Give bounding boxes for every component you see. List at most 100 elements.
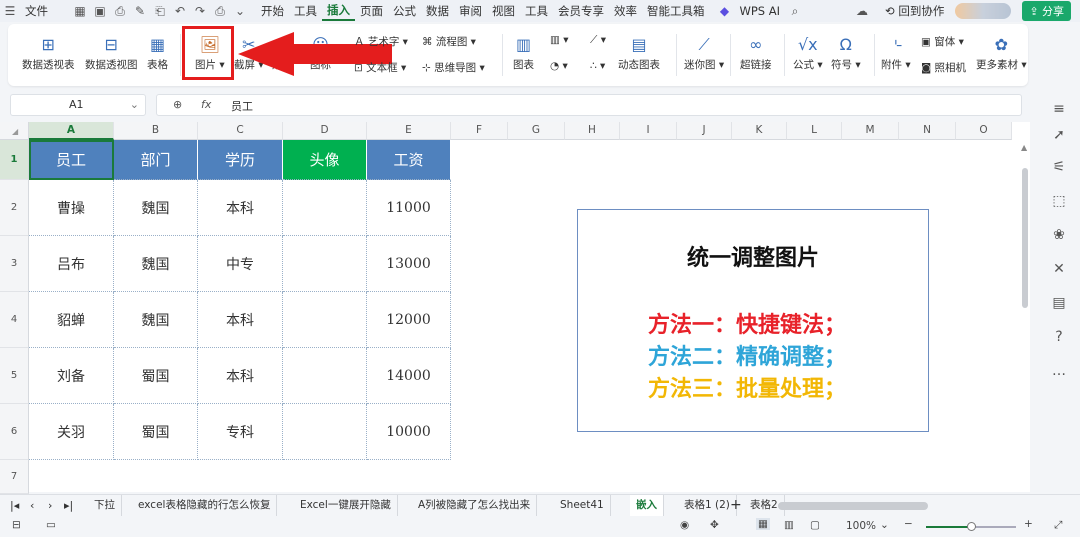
dynamic-chart-button[interactable]: ▤ 动态图表 (618, 36, 660, 72)
table-cell[interactable]: 13000 (367, 236, 451, 292)
export-icon[interactable]: ⎙ (113, 4, 127, 18)
symbol-button[interactable]: Ω 符号 ▾ (831, 36, 861, 72)
next-sheet-icon[interactable]: › (48, 499, 52, 512)
more-materials-button[interactable]: ✿ 更多素材 ▾ (976, 36, 1027, 72)
pivot-chart-button[interactable]: ⊟ 数据透视图 (85, 36, 138, 72)
column-header[interactable]: M (842, 122, 899, 140)
table-header-cell[interactable]: 工资 (367, 140, 451, 180)
sparkline-button[interactable]: ⟋ 迷你图 ▾ (684, 36, 724, 72)
formula-input[interactable]: ⊕ fx 员工 (156, 94, 1022, 116)
mindmap-button[interactable]: ⊹ 思维导图 ▾ (422, 60, 485, 75)
column-header[interactable]: D (283, 122, 367, 140)
table-cell[interactable]: 本科 (198, 348, 283, 404)
pan-icon[interactable]: ✥ (710, 519, 719, 531)
table-cell[interactable]: 本科 (198, 180, 283, 236)
table-cell[interactable]: 蜀国 (114, 348, 198, 404)
app-icon[interactable]: ▦ (73, 4, 87, 18)
line-chart-dropdown[interactable]: ⟋ ▾ (590, 34, 606, 47)
first-sheet-icon[interactable]: |◂ (10, 499, 19, 512)
table-cell[interactable]: 魏国 (114, 236, 198, 292)
column-header[interactable]: K (732, 122, 787, 140)
art-text-button[interactable]: Ａ 艺术字 ▾ (354, 34, 408, 49)
table-header-cell[interactable]: 头像 (283, 140, 367, 180)
table-header-cell[interactable]: 学历 (198, 140, 283, 180)
table-cell[interactable]: 吕布 (29, 236, 114, 292)
print-icon[interactable]: ⎙ (213, 4, 227, 18)
avatar[interactable] (955, 3, 1012, 19)
normal-view-icon[interactable]: ▦ (756, 518, 770, 530)
row-header[interactable]: 3 (0, 236, 29, 292)
table-cell[interactable]: 10000 (367, 404, 451, 460)
column-header[interactable]: L (787, 122, 842, 140)
column-header[interactable]: B (114, 122, 198, 140)
more-chevron-icon[interactable]: ⌄ (233, 4, 247, 18)
table-cell[interactable] (283, 180, 367, 236)
zoom-out-icon[interactable]: − (904, 518, 913, 530)
table-cell[interactable]: 关羽 (29, 404, 114, 460)
menu-tools-2[interactable]: 工具 (520, 3, 553, 19)
select-all-corner[interactable]: ◢ (0, 122, 29, 140)
menu-page[interactable]: 页面 (355, 3, 388, 19)
zoom-slider-thumb[interactable] (967, 522, 976, 531)
row-header[interactable]: 2 (0, 180, 29, 236)
menu-start[interactable]: 开始 (256, 3, 289, 19)
save-icon[interactable]: ▣ (93, 4, 107, 18)
chart-button[interactable]: ▥ 图表 (513, 36, 534, 72)
attachment-button[interactable]: ⌎ 附件 ▾ (881, 36, 911, 72)
row-header[interactable]: 4 (0, 292, 29, 348)
sheet-tab[interactable]: 嵌入 (630, 495, 664, 517)
row-header[interactable]: 1 (0, 140, 29, 180)
file-menu[interactable]: 文件 (20, 3, 53, 19)
table-cell[interactable]: 中专 (198, 236, 283, 292)
style-icon[interactable]: ❀ (1050, 226, 1068, 244)
column-header[interactable]: O (956, 122, 1012, 140)
window-button[interactable]: ▣ 窗体 ▾ (921, 34, 964, 49)
macro-icon[interactable]: ⊟ (12, 519, 21, 531)
row-header[interactable]: 7 (0, 460, 29, 494)
table-button[interactable]: ▦ 表格 (147, 36, 168, 72)
row-header[interactable]: 6 (0, 404, 29, 460)
tools-icon[interactable]: ✕ (1050, 260, 1068, 278)
page-break-icon[interactable]: ▢ (810, 519, 820, 531)
menu-icon[interactable]: ☰ (3, 4, 17, 18)
menu-view[interactable]: 视图 (487, 3, 520, 19)
flowchart-button[interactable]: ⌘ 流程图 ▾ (422, 34, 476, 49)
table-cell[interactable]: 11000 (367, 180, 451, 236)
scatter-chart-dropdown[interactable]: ∴ ▾ (590, 60, 605, 72)
sheet-tab[interactable]: Sheet41 (554, 495, 611, 517)
table-cell[interactable]: 蜀国 (114, 404, 198, 460)
table-cell[interactable]: 专科 (198, 404, 283, 460)
menu-member[interactable]: 会员专享 (553, 3, 609, 19)
fx-icon[interactable]: fx (201, 98, 211, 111)
status-mode-icon[interactable]: ▭ (46, 519, 56, 531)
menu-insert[interactable]: 插入 (322, 1, 355, 21)
prev-sheet-icon[interactable]: ‹ (30, 499, 34, 512)
table-cell[interactable]: 魏国 (114, 180, 198, 236)
table-header-cell[interactable]: 部门 (114, 140, 198, 180)
table-cell[interactable] (283, 236, 367, 292)
table-cell[interactable]: 刘备 (29, 348, 114, 404)
zoom-dropdown-icon[interactable]: ⌄ (880, 519, 889, 531)
zoom-level[interactable]: 100% (846, 520, 876, 532)
undo-icon[interactable]: ↶ (173, 4, 187, 18)
more-icon[interactable]: … (1050, 362, 1068, 380)
cloud-icon[interactable]: ☁ (855, 4, 869, 18)
collapse-icon[interactable]: ≡ (1050, 100, 1068, 118)
book-icon[interactable]: ▤ (1050, 294, 1068, 312)
menu-data[interactable]: 数据 (421, 3, 454, 19)
vertical-scroll-up[interactable]: ▲ (1021, 143, 1027, 152)
horizontal-scroll-thumb[interactable] (778, 502, 928, 510)
menu-formula[interactable]: 公式 (388, 3, 421, 19)
search-icon[interactable]: ⌕ (788, 4, 802, 18)
sheet-tab[interactable]: excel表格隐藏的行怎么恢复 (132, 495, 278, 517)
table-cell[interactable]: 14000 (367, 348, 451, 404)
column-header[interactable]: N (899, 122, 956, 140)
sheet-tab[interactable]: 表格1 (2) (678, 495, 737, 517)
menu-toolbox[interactable]: 智能工具箱 (642, 3, 710, 19)
column-header[interactable]: C (198, 122, 283, 140)
redo-icon[interactable]: ↷ (193, 4, 207, 18)
menu-review[interactable]: 审阅 (454, 3, 487, 19)
sheet-tab[interactable]: Excel一键展开隐藏 (294, 495, 398, 517)
table-cell[interactable]: 曹操 (29, 180, 114, 236)
vertical-scroll-thumb[interactable] (1022, 168, 1028, 308)
